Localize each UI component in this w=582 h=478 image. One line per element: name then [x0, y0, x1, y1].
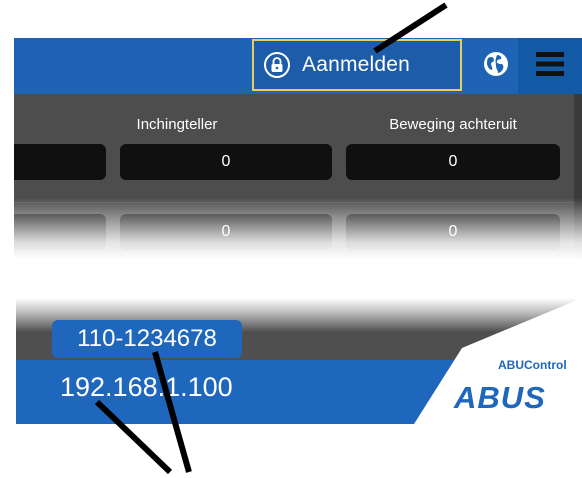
- column-header-reverse-movement: Beweging achteruit: [389, 116, 517, 133]
- status-panel: Inchingteller Beweging achteruit 0 0 0 0: [14, 94, 582, 260]
- value-field-partial: [14, 144, 106, 180]
- value-field-partial: [14, 214, 106, 250]
- serial-number-badge: 110-1234678: [52, 320, 242, 358]
- inching-counter-value-row2: 0: [120, 214, 332, 250]
- header-bar: Aanmelden: [14, 38, 582, 94]
- scrollbar[interactable]: [574, 94, 582, 260]
- login-button[interactable]: Aanmelden: [252, 39, 462, 91]
- inching-counter-value: 0: [120, 144, 332, 180]
- bottom-screenshot-fragment: 110-1234678 192.168.1.100 ABUControl ABU…: [16, 298, 582, 424]
- globe-icon: [483, 51, 509, 82]
- ip-address: 192.168.1.100: [60, 372, 233, 402]
- top-screenshot-fragment: Aanmelden Inchingteller Beweging achteru…: [14, 38, 582, 260]
- reverse-movement-value-row2: 0: [346, 214, 560, 250]
- brand-subtitle: ABUControl: [498, 358, 567, 372]
- reverse-movement-value: 0: [346, 144, 560, 180]
- login-label: Aanmelden: [302, 53, 411, 76]
- hamburger-menu-icon: [535, 50, 565, 83]
- language-button[interactable]: [476, 38, 516, 94]
- row-divider: [14, 202, 574, 203]
- brand-logo: ABUS: [454, 380, 546, 415]
- menu-button[interactable]: [518, 38, 582, 94]
- lock-icon: [264, 52, 290, 78]
- column-header-inching-counter: Inchingteller: [136, 116, 218, 133]
